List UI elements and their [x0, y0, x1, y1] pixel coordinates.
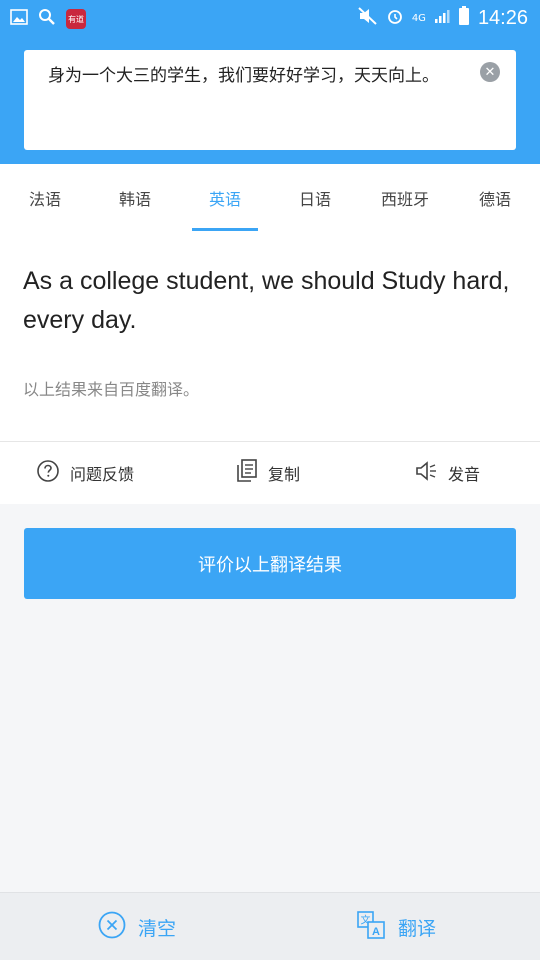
clear-label: 清空	[138, 917, 177, 940]
tab-english[interactable]: 英语	[190, 164, 260, 232]
pronounce-button[interactable]: 发音	[414, 442, 480, 504]
pronounce-label: 发音	[448, 465, 481, 484]
svg-text:A: A	[372, 926, 380, 938]
youdao-app-icon: 有道	[66, 9, 86, 29]
translation-result: As a college student, we should Study ha…	[0, 232, 540, 442]
copy-icon	[236, 459, 258, 487]
status-bar: 有道 4G 14:26	[0, 0, 540, 38]
copy-label: 复制	[268, 465, 301, 484]
network-label: 4G	[411, 12, 426, 24]
tab-french[interactable]: 法语	[10, 164, 80, 232]
translate-button[interactable]: 文A 翻译	[356, 893, 436, 960]
question-icon	[36, 459, 60, 487]
tab-german[interactable]: 德语	[460, 164, 530, 232]
result-actions: 问题反馈 复制 发音	[0, 442, 540, 504]
gallery-icon	[10, 9, 28, 29]
translate-icon: 文A	[356, 910, 386, 945]
clock: 14:26	[477, 6, 528, 29]
tab-korean[interactable]: 韩语	[100, 164, 170, 232]
evaluate-translation-button[interactable]: 评价以上翻译结果	[24, 528, 516, 599]
active-tab-indicator	[192, 228, 258, 231]
translate-label: 翻译	[398, 917, 437, 940]
signal-icon	[434, 8, 450, 28]
feedback-button[interactable]: 问题反馈	[36, 442, 134, 504]
battery-icon	[458, 6, 470, 30]
search-icon	[38, 8, 56, 30]
clear-input-icon[interactable]: ✕	[480, 62, 500, 82]
feedback-label: 问题反馈	[70, 465, 135, 484]
status-bar-right: 4G 14:26	[358, 6, 528, 30]
source-text-input[interactable]: 身为一个大三的学生，我们要好好学习，天天向上。 ✕	[24, 50, 516, 150]
input-header: 身为一个大三的学生，我们要好好学习，天天向上。 ✕	[0, 38, 540, 164]
mute-icon	[358, 7, 378, 29]
tab-spanish[interactable]: 西班牙	[365, 164, 445, 232]
language-tabs: 法语 韩语 英语 日语 西班牙 德语	[0, 164, 540, 232]
bottom-bar: 清空 文A 翻译	[0, 892, 540, 960]
alarm-icon	[386, 7, 404, 29]
clear-circle-icon	[98, 911, 126, 944]
status-bar-left: 有道	[10, 8, 86, 30]
clear-button[interactable]: 清空	[98, 893, 176, 960]
source-attribution: 以上结果来自百度翻译。	[23, 380, 200, 399]
translation-text: As a college student, we should Study ha…	[23, 267, 510, 334]
source-text[interactable]: 身为一个大三的学生，我们要好好学习，天天向上。	[48, 64, 458, 89]
copy-button[interactable]: 复制	[236, 442, 300, 504]
speaker-icon	[414, 459, 438, 487]
tab-japanese[interactable]: 日语	[280, 164, 350, 232]
